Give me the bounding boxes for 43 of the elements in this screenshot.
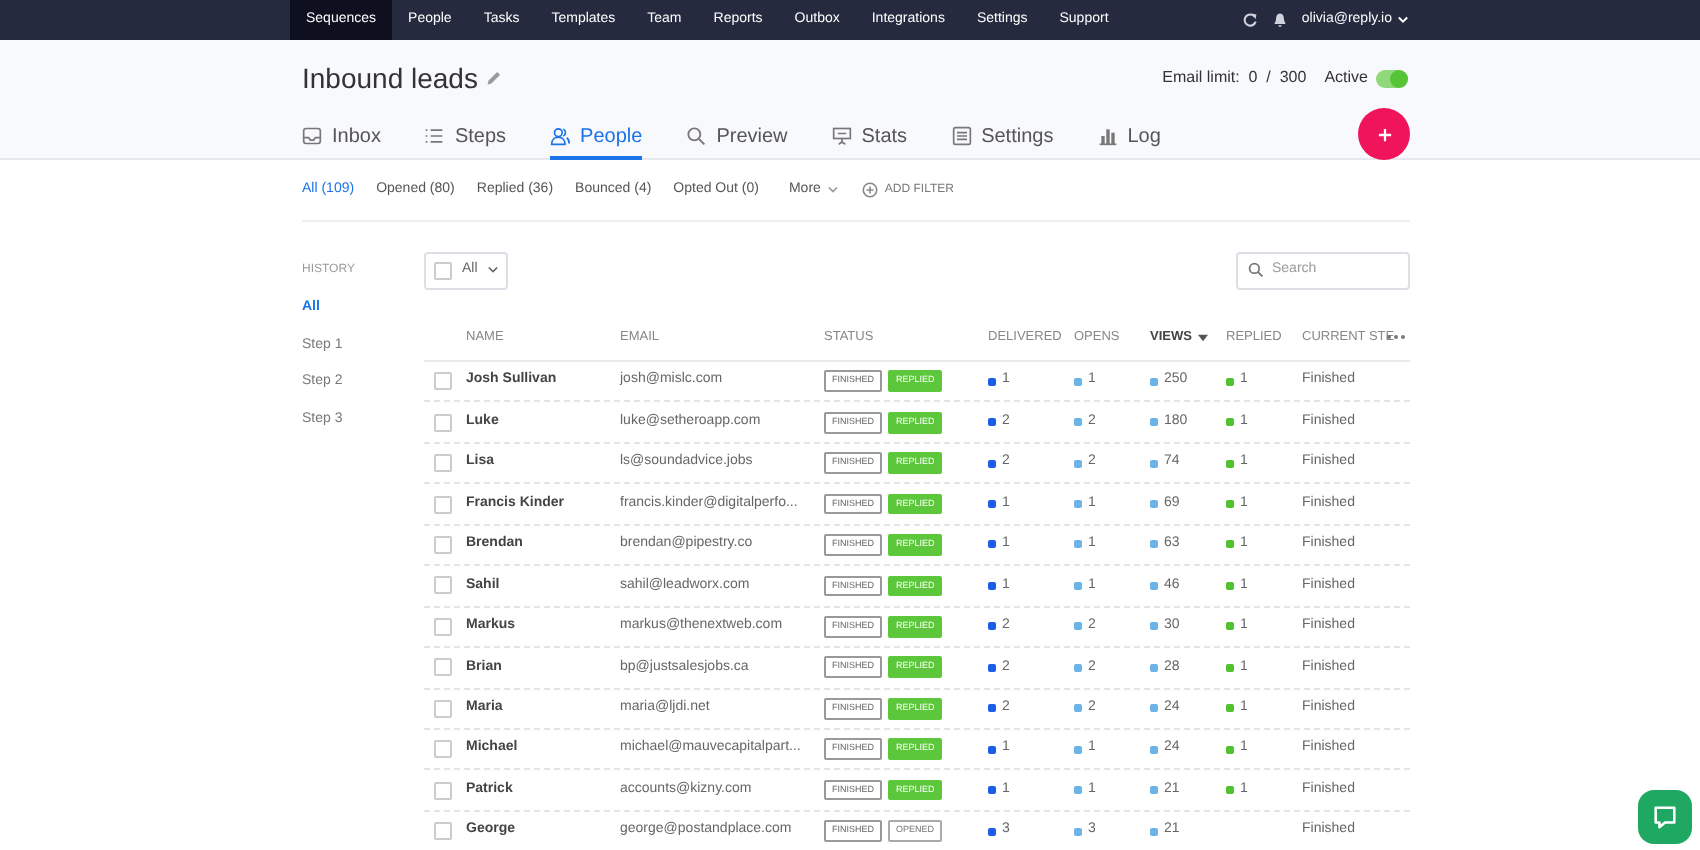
checkbox[interactable] [434, 261, 452, 279]
form-icon [951, 126, 972, 146]
bell-icon[interactable] [1271, 12, 1288, 28]
chat-icon [1652, 804, 1678, 830]
add-circle-icon [862, 182, 879, 198]
chat-button[interactable] [1638, 790, 1692, 844]
tab[interactable]: Inbox [302, 116, 381, 160]
checkbox[interactable] [434, 822, 452, 841]
checkbox[interactable] [434, 740, 452, 759]
checkbox[interactable] [434, 699, 452, 718]
checkbox[interactable] [434, 535, 452, 554]
list-icon [424, 126, 445, 146]
caret-icon [1398, 16, 1408, 24]
checkbox[interactable] [434, 617, 452, 636]
tab[interactable]: Steps [424, 116, 507, 160]
sequence-title: Inbound leads [302, 59, 478, 97]
checkbox[interactable] [434, 454, 452, 473]
tab[interactable]: People [550, 116, 643, 160]
sort-down-icon [1197, 333, 1208, 341]
checkbox[interactable] [434, 413, 452, 432]
checkbox[interactable] [434, 781, 452, 800]
tab[interactable]: Stats [831, 116, 908, 160]
checkbox[interactable] [434, 658, 452, 677]
tab[interactable]: Preview [686, 116, 788, 160]
presentation-board-icon [831, 126, 852, 146]
bar-chart-icon [1097, 126, 1118, 146]
checkbox[interactable] [434, 576, 452, 595]
tab[interactable]: Log [1097, 116, 1161, 160]
checkbox[interactable] [434, 372, 452, 391]
inbox-icon [302, 126, 322, 146]
checkbox[interactable] [434, 495, 452, 514]
search-icon [686, 126, 707, 146]
tab[interactable]: Settings [951, 116, 1054, 160]
pencil-icon[interactable] [485, 70, 502, 86]
email-limit: Email limit: 0 / 300 [1162, 66, 1307, 90]
plus-icon [1377, 127, 1391, 141]
search-icon [1248, 262, 1264, 278]
active-label: Active [1324, 66, 1368, 90]
active-toggle[interactable] [1376, 69, 1408, 87]
caret-icon [487, 266, 498, 274]
refresh-icon[interactable] [1241, 12, 1258, 28]
people-icon [550, 126, 571, 146]
caret-icon [828, 186, 839, 194]
